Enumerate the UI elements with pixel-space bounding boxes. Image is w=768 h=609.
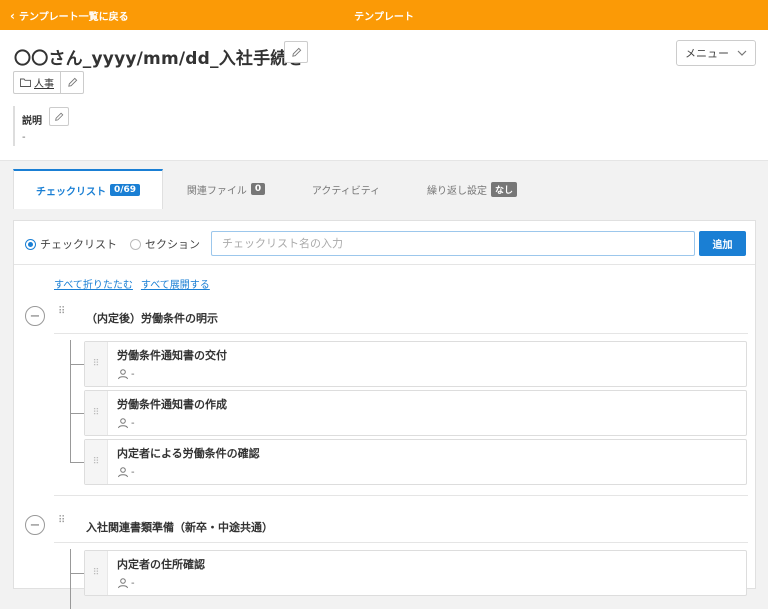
checklist-item[interactable]: ⠿ 労働条件通知書の作成 - <box>84 390 747 436</box>
chevron-down-icon <box>737 50 747 56</box>
radio-checklist[interactable]: チェックリスト <box>25 236 117 252</box>
section-title: （内定後）労働条件の明示 <box>86 312 218 325</box>
item-assignee: - <box>117 368 135 380</box>
tab-related-files-label: 関連ファイル <box>186 185 247 197</box>
category-tag-box: 人事 <box>13 71 84 94</box>
tree-branch <box>70 364 84 365</box>
tab-bar: チェックリスト 0/69 関連ファイル 0 アクティビティ 繰り返し設定 なし <box>0 161 768 209</box>
tab-activity-label: アクティビティ <box>311 185 381 197</box>
tree-branch <box>70 413 84 414</box>
checklist-name-input[interactable] <box>211 231 695 256</box>
pencil-icon <box>291 47 301 57</box>
drag-grip-icon: ⠿ <box>92 359 100 369</box>
drag-grip-icon[interactable]: ⠿ <box>58 307 65 317</box>
item-name: 労働条件通知書の交付 <box>117 349 227 362</box>
drag-grip-icon: ⠿ <box>92 568 100 578</box>
section-divider <box>54 495 748 496</box>
checklist-panel: チェックリスト セクション 追加 すべて折りたたむ すべて展開する − ⠿ （内… <box>13 220 756 609</box>
item-drag-handle[interactable]: ⠿ <box>85 391 108 435</box>
tab-repeat-settings[interactable]: 繰り返し設定 なし <box>414 169 530 209</box>
description-bar <box>13 106 15 146</box>
section-divider <box>54 333 748 334</box>
user-icon <box>118 418 128 429</box>
menu-label: メニュー <box>685 47 729 60</box>
back-label: テンプレート一覧に戻る <box>18 12 129 23</box>
category-tag[interactable]: 人事 <box>14 72 61 93</box>
minus-circle-icon[interactable]: − <box>25 515 45 535</box>
tree-line <box>70 549 71 609</box>
checklist-item[interactable]: ⠿ 労働条件通知書の交付 - <box>84 341 747 387</box>
checklist-item[interactable]: ⠿ 内定者の住所確認 - <box>84 550 747 596</box>
menu-button[interactable]: メニュー <box>676 40 756 66</box>
tab-checklist-label: チェックリスト <box>35 186 106 198</box>
user-icon <box>118 369 128 380</box>
back-to-templates-link[interactable]: ‹ テンプレート一覧に戻る <box>10 8 129 24</box>
tab-repeat-settings-badge: なし <box>490 181 517 197</box>
tab-related-files-badge: 0 <box>250 183 266 195</box>
section-title: 入社関連書類準備（新卒・中途共通） <box>86 521 273 534</box>
tab-checklist-badge: 0/69 <box>109 184 141 196</box>
tree-branch <box>70 462 84 463</box>
user-icon <box>118 467 128 478</box>
item-drag-handle[interactable]: ⠿ <box>85 342 108 386</box>
page-title: 〇〇さん_yyyy/mm/dd_入社手続き <box>14 49 305 69</box>
expand-all-link[interactable]: すべて展開する <box>141 276 210 291</box>
tab-activity[interactable]: アクティビティ <box>296 169 396 209</box>
edit-description-button[interactable] <box>49 107 69 126</box>
item-name: 内定者の住所確認 <box>117 558 205 571</box>
add-checklist-row: チェックリスト セクション 追加 <box>14 221 755 265</box>
drag-grip-icon: ⠿ <box>92 408 100 418</box>
radio-section-label: セクション <box>145 238 200 251</box>
item-assignee-value: - <box>131 417 135 429</box>
radio-checked-icon <box>25 238 36 250</box>
item-assignee: - <box>117 417 135 429</box>
radio-unchecked-icon <box>130 238 141 250</box>
chevron-left-icon: ‹ <box>10 8 15 23</box>
item-name: 内定者による労働条件の確認 <box>117 447 260 460</box>
collapse-all-link[interactable]: すべて折りたたむ <box>54 276 133 291</box>
tab-related-files[interactable]: 関連ファイル 0 <box>176 169 276 209</box>
pencil-icon <box>67 77 77 87</box>
expand-collapse-links: すべて折りたたむ すべて展開する <box>54 276 210 291</box>
template-header: 〇〇さん_yyyy/mm/dd_入社手続き メニュー 人事 説明 - <box>0 30 768 161</box>
checklist-item[interactable]: ⠿ 内定者による労働条件の確認 - <box>84 439 747 485</box>
section-header: − ⠿ （内定後）労働条件の明示 <box>14 302 755 332</box>
description-value: - <box>22 132 26 143</box>
section-header: − ⠿ 入社関連書類準備（新卒・中途共通） <box>14 511 755 541</box>
folder-icon <box>20 78 31 87</box>
tree-line <box>70 340 71 462</box>
category-tag-label: 人事 <box>34 79 54 90</box>
minus-circle-icon[interactable]: − <box>25 306 45 326</box>
user-icon <box>118 578 128 589</box>
pencil-icon <box>55 112 64 121</box>
item-name: 労働条件通知書の作成 <box>117 398 227 411</box>
tab-repeat-settings-label: 繰り返し設定 <box>426 185 487 197</box>
edit-title-button[interactable] <box>284 41 308 63</box>
item-assignee: - <box>117 577 135 589</box>
item-assignee: - <box>117 466 135 478</box>
item-drag-handle[interactable]: ⠿ <box>85 551 108 595</box>
tab-checklist[interactable]: チェックリスト 0/69 <box>13 169 163 209</box>
item-drag-handle[interactable]: ⠿ <box>85 440 108 484</box>
item-assignee-value: - <box>131 466 135 478</box>
add-button[interactable]: 追加 <box>699 231 746 256</box>
item-assignee-value: - <box>131 368 135 380</box>
item-assignee-value: - <box>131 577 135 589</box>
description-label: 説明 <box>22 116 42 127</box>
top-bar: ‹ テンプレート一覧に戻る テンプレート <box>0 0 768 30</box>
tree-branch <box>70 573 84 574</box>
drag-grip-icon[interactable]: ⠿ <box>58 516 65 526</box>
drag-grip-icon: ⠿ <box>92 457 100 467</box>
edit-category-button[interactable] <box>61 72 83 93</box>
radio-section[interactable]: セクション <box>130 236 200 252</box>
radio-checklist-label: チェックリスト <box>40 238 117 251</box>
section-divider <box>54 542 748 543</box>
